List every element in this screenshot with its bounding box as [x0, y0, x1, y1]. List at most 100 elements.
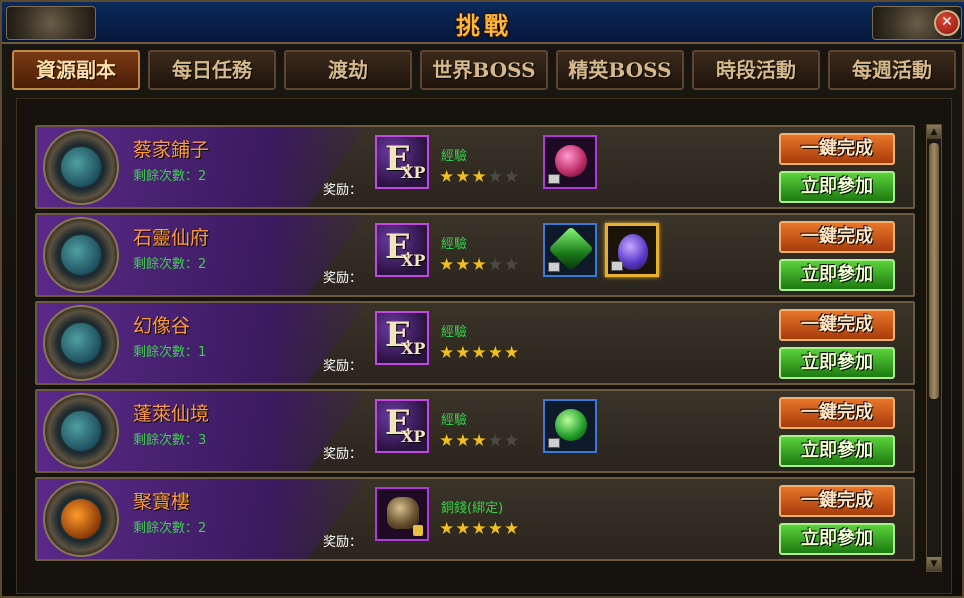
dungeon-row: 石靈仙府 剩餘次數：2 奖励： E XP 經驗 ★★★★★ 一鍵完成 立即參加 — [35, 213, 915, 297]
star-empty-icon: ★ — [504, 255, 521, 275]
reward-label: 奖励： — [323, 535, 363, 550]
reward-name: 經驗 — [441, 325, 468, 340]
dungeon-row: 聚寶樓 剩餘次數：2 奖励： 銅錢(綁定) ★★★★★ 一鍵完成 立即參加 — [35, 477, 915, 561]
remaining-count: 剩餘次數：1 — [133, 345, 207, 360]
join-now-button[interactable]: 立即參加 — [779, 259, 895, 291]
join-now-button[interactable]: 立即參加 — [779, 435, 895, 467]
star-filled-icon: ★ — [504, 519, 521, 539]
dungeon-name: 聚寶樓 — [133, 491, 191, 513]
one-click-complete-button[interactable]: 一鍵完成 — [779, 397, 895, 429]
one-click-complete-button[interactable]: 一鍵完成 — [779, 485, 895, 517]
exp-reward-icon[interactable]: E XP — [375, 223, 429, 277]
mushroom-cave-icon — [61, 235, 101, 275]
star-filled-icon: ★ — [455, 431, 472, 451]
star-filled-icon: ★ — [439, 431, 456, 451]
star-filled-icon: ★ — [439, 167, 456, 187]
scroll-thumb[interactable] — [929, 143, 939, 399]
star-empty-icon: ★ — [504, 167, 521, 187]
tab-world-boss[interactable]: 世界BOSS — [420, 50, 548, 90]
challenge-window: 挑戰 ✕ 資源副本 每日任務 渡劫 世界BOSS 精英BOSS 時段活動 每週活… — [0, 0, 964, 598]
one-click-complete-button[interactable]: 一鍵完成 — [779, 309, 895, 341]
dungeon-row: 蓬萊仙境 剩餘次數：3 奖励： E XP 經驗 ★★★★★ 一鍵完成 立即參加 — [35, 389, 915, 473]
reward-label: 奖励： — [323, 359, 363, 374]
tab-daily-tasks[interactable]: 每日任務 — [148, 50, 276, 90]
join-now-button[interactable]: 立即參加 — [779, 523, 895, 555]
star-filled-icon: ★ — [455, 343, 472, 363]
star-filled-icon: ★ — [471, 255, 488, 275]
dungeon-emblem-icon — [43, 217, 119, 293]
dungeon-list: 蔡家鋪子 剩餘次數：2 奖励： E XP 經驗 ★★★★★ 一鍵完成 立即參加 石… — [16, 98, 952, 594]
star-filled-icon: ★ — [455, 255, 472, 275]
star-empty-icon: ★ — [487, 255, 504, 275]
star-filled-icon: ★ — [439, 343, 456, 363]
tab-elite-boss[interactable]: 精英BOSS — [556, 50, 684, 90]
remaining-count: 剩餘次數：2 — [133, 521, 207, 536]
treasure-orb-icon — [61, 499, 101, 539]
star-empty-icon: ★ — [504, 431, 521, 451]
difficulty-stars: ★★★★★ — [439, 519, 520, 539]
star-filled-icon: ★ — [471, 343, 488, 363]
dungeon-name: 石靈仙府 — [133, 227, 210, 249]
item-reward-green-orb-icon[interactable] — [543, 399, 597, 453]
dungeon-row: 蔡家鋪子 剩餘次數：2 奖励： E XP 經驗 ★★★★★ 一鍵完成 立即參加 — [35, 125, 915, 209]
reward-label: 奖励： — [323, 183, 363, 198]
tab-tribulation[interactable]: 渡劫 — [284, 50, 412, 90]
scroll-down-icon[interactable]: ▼ — [927, 557, 941, 571]
item-reward-green-crystal-icon[interactable] — [543, 223, 597, 277]
pavilion-icon — [61, 147, 101, 187]
one-click-complete-button[interactable]: 一鍵完成 — [779, 133, 895, 165]
exp-reward-icon[interactable]: E XP — [375, 135, 429, 189]
dungeon-emblem-icon — [43, 393, 119, 469]
reward-name: 經驗 — [441, 237, 468, 252]
coin-sack-reward-icon[interactable] — [375, 487, 429, 541]
star-filled-icon: ★ — [455, 167, 472, 187]
join-now-button[interactable]: 立即參加 — [779, 171, 895, 203]
reward-name: 經驗 — [441, 149, 468, 164]
exp-reward-icon[interactable]: E XP — [375, 311, 429, 365]
pink-gem-icon — [555, 145, 587, 177]
bag-icon — [611, 261, 623, 271]
reward-name: 銅錢(綁定) — [441, 501, 504, 516]
star-filled-icon: ★ — [471, 519, 488, 539]
item-reward-pink-gem-icon[interactable] — [543, 135, 597, 189]
star-empty-icon: ★ — [487, 431, 504, 451]
exp-subscript: XP — [401, 163, 426, 182]
exp-subscript: XP — [401, 427, 426, 446]
green-orb-icon — [555, 409, 587, 441]
tab-bar: 資源副本 每日任務 渡劫 世界BOSS 精英BOSS 時段活動 每週活動 — [12, 50, 960, 92]
exp-reward-icon[interactable]: E XP — [375, 399, 429, 453]
dungeon-emblem-icon — [43, 129, 119, 205]
reward-name: 經驗 — [441, 413, 468, 428]
reward-label: 奖励： — [323, 447, 363, 462]
scroll-up-icon[interactable]: ▲ — [927, 125, 941, 139]
close-button[interactable]: ✕ — [934, 10, 960, 36]
join-now-button[interactable]: 立即參加 — [779, 347, 895, 379]
dungeon-name: 蔡家鋪子 — [133, 139, 210, 161]
star-filled-icon: ★ — [439, 519, 456, 539]
window-title: 挑戰 — [456, 11, 512, 40]
dungeon-emblem-icon — [43, 305, 119, 381]
difficulty-stars: ★★★★★ — [439, 431, 520, 451]
remaining-count: 剩餘次數：3 — [133, 433, 207, 448]
dungeon-name: 蓬萊仙境 — [133, 403, 210, 425]
exp-subscript: XP — [401, 339, 426, 358]
star-filled-icon: ★ — [487, 519, 504, 539]
tab-weekly-events[interactable]: 每週活動 — [828, 50, 956, 90]
star-empty-icon: ★ — [487, 167, 504, 187]
dungeon-emblem-icon — [43, 481, 119, 557]
reward-label: 奖励： — [323, 271, 363, 286]
one-click-complete-button[interactable]: 一鍵完成 — [779, 221, 895, 253]
valley-icon — [61, 323, 101, 363]
remaining-count: 剩餘次數：2 — [133, 257, 207, 272]
difficulty-stars: ★★★★★ — [439, 255, 520, 275]
bag-icon — [548, 262, 560, 272]
lock-icon — [413, 525, 423, 536]
scrollbar[interactable]: ▲ ▼ — [926, 124, 942, 572]
item-reward-purple-egg-icon[interactable] — [605, 223, 659, 277]
title-bar: 挑戰 ✕ — [2, 2, 964, 44]
bag-icon — [548, 438, 560, 448]
dungeon-row: 幻像谷 剩餘次數：1 奖励： E XP 經驗 ★★★★★ 一鍵完成 立即參加 — [35, 301, 915, 385]
tab-timed-events[interactable]: 時段活動 — [692, 50, 820, 90]
tab-resource-dungeon[interactable]: 資源副本 — [12, 50, 140, 90]
dungeon-name: 幻像谷 — [133, 315, 191, 337]
